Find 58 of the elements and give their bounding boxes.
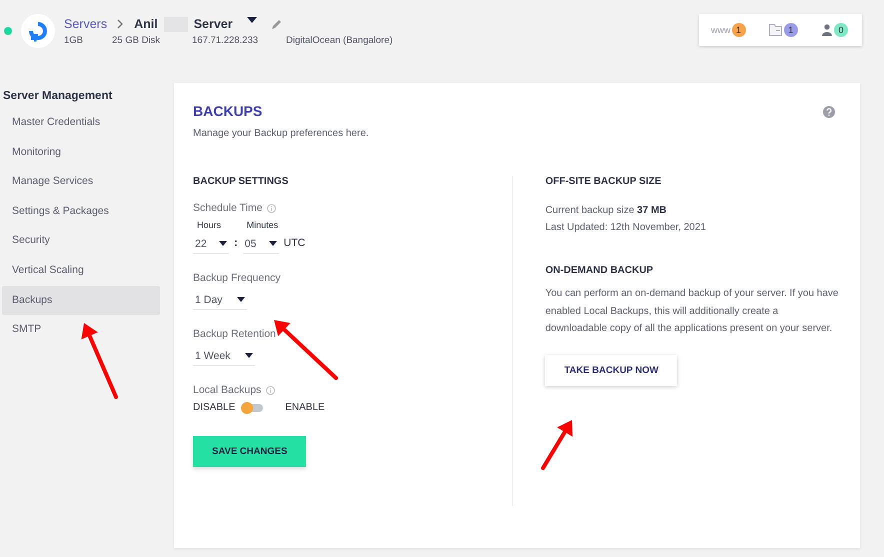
provider-logo-icon [21, 14, 55, 48]
panel-subtitle: Manage your Backup preferences here. [193, 128, 369, 139]
minutes-dropdown[interactable]: 05 [242, 234, 279, 254]
sidebar-item[interactable]: Monitoring [2, 138, 160, 168]
field-label: Hours [196, 220, 222, 230]
frequency-dropdown[interactable]: 1 Day [193, 290, 247, 310]
www-label: www [711, 25, 730, 35]
on-demand-description: You can perform an on-demand backup of your server. If you have enabled Local Backups, this will additionally create a downloadable copy of all the applications present on your server. [545, 287, 840, 336]
info-icon [267, 204, 276, 212]
sidebar-item[interactable]: Security [2, 226, 160, 256]
toggle-switch[interactable] [243, 404, 264, 412]
count-badge: 1 [784, 23, 798, 37]
hours-dropdown[interactable]: 22 [193, 234, 229, 254]
field-label: Minutes [246, 220, 279, 230]
section-title: OFF-SITE BACKUP SIZE [545, 176, 662, 187]
panel-title: BACKUPS [193, 103, 264, 119]
take-backup-button[interactable]: TAKE BACKUP NOW [545, 354, 678, 386]
backup-size-text: Current backup size 37 MB [545, 204, 668, 218]
breadcrumb-link[interactable]: Servers [64, 17, 108, 31]
dropdown-caret-icon [268, 241, 277, 246]
user-icon [821, 24, 833, 36]
sidebar-item[interactable]: Backups [2, 286, 160, 316]
server-name: Server [194, 17, 233, 31]
dropdown-caret-icon [245, 353, 253, 358]
server-name: Anil [134, 17, 158, 31]
section-title: ON-DEMAND BACKUP [545, 265, 654, 276]
sidebar-item[interactable]: Master Credentials [2, 108, 160, 138]
toggle-label: DISABLE [193, 402, 236, 413]
caret-icon [246, 17, 257, 23]
folder-icon [768, 24, 783, 36]
field-label: Backup Retention [193, 328, 277, 340]
chevron-icon [116, 19, 124, 29]
time-separator: : [234, 237, 238, 251]
server-size: 1GB [64, 34, 84, 46]
sidebar-item[interactable]: Manage Services [2, 167, 160, 197]
sidebar-item[interactable]: SMTP [2, 315, 160, 345]
dropdown-caret-icon [237, 297, 245, 302]
ip-address: 167.71.228.233 [192, 34, 260, 46]
help-icon [823, 106, 835, 118]
count-badge: 1 [732, 23, 746, 37]
section-title: BACKUP SETTINGS [193, 176, 290, 187]
info-icon [266, 386, 276, 394]
retention-dropdown[interactable]: 1 Week [193, 346, 255, 366]
field-label: Schedule Time [193, 202, 262, 214]
sidebar-heading: Server Management [2, 90, 114, 104]
dropdown-caret-icon [219, 241, 227, 246]
server-location: DigitalOcean (Bangalore) [286, 34, 393, 46]
toggle-label: ENABLE [285, 402, 325, 413]
disk-size: 25 GB Disk [112, 34, 162, 46]
sidebar-item[interactable]: Vertical Scaling [2, 256, 160, 286]
last-updated-text: Last Updated: 12th November, 2021 [545, 221, 707, 235]
field-label: Backup Frequency [193, 272, 282, 284]
count-badge: 0 [834, 23, 848, 37]
sidebar-item[interactable]: Settings & Packages [2, 196, 160, 226]
pencil-icon [270, 18, 282, 30]
save-changes-button[interactable]: SAVE CHANGES [193, 436, 306, 467]
timezone-label: UTC [284, 237, 306, 251]
field-label: Local Backups [193, 384, 262, 396]
